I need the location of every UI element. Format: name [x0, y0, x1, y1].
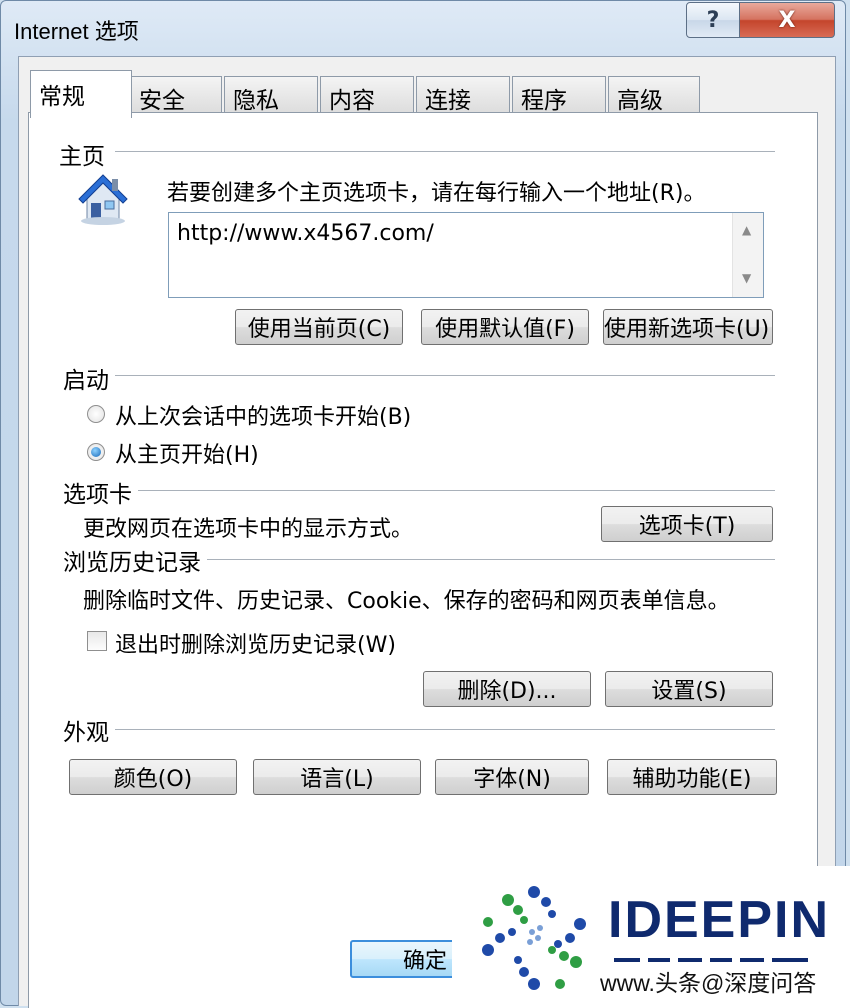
accessibility-button[interactable]: 辅助功能(E): [607, 759, 777, 795]
tab-privacy[interactable]: 隐私: [224, 76, 318, 114]
history-group-rule: [207, 559, 775, 560]
home-instruction: 若要创建多个主页选项卡，请在每行输入一个地址(R)。: [167, 181, 706, 206]
tabs-settings-button[interactable]: 选项卡(T): [601, 506, 773, 542]
use-default-button[interactable]: 使用默认值(F): [421, 309, 589, 345]
tabs-group-heading: 选项卡: [63, 475, 138, 509]
history-settings-button[interactable]: 设置(S): [605, 671, 773, 707]
delete-history-button[interactable]: 删除(D)...: [423, 671, 591, 707]
history-description: 删除临时文件、历史记录、Cookie、保存的密码和网页表单信息。: [83, 589, 730, 614]
tab-advanced[interactable]: 高级: [608, 76, 700, 114]
appearance-group-heading: 外观: [63, 713, 115, 747]
appearance-group-rule: [115, 729, 775, 730]
fonts-button[interactable]: 字体(N): [435, 759, 589, 795]
languages-button[interactable]: 语言(L): [253, 759, 421, 795]
homepage-address-textarea[interactable]: http://www.x4567.com/ ▲ ▼: [168, 212, 764, 298]
tab-general[interactable]: 常规: [30, 70, 132, 118]
brand-decoration: [614, 950, 814, 962]
radio-home[interactable]: [87, 443, 105, 461]
radio-last-session-label[interactable]: 从上次会话中的选项卡开始(B): [115, 399, 411, 431]
scroll-down-icon[interactable]: ▼: [742, 271, 751, 285]
brand-logo-text: IDEEPIN: [608, 891, 831, 949]
watermark-url: www.头条@深度问答: [600, 970, 817, 996]
tabs-group-rule: [133, 490, 775, 491]
house-icon: [77, 171, 129, 227]
colors-button[interactable]: 颜色(O): [69, 759, 237, 795]
startup-group-heading: 启动: [63, 361, 115, 395]
radio-last-session[interactable]: [87, 405, 105, 423]
close-button[interactable]: X: [739, 2, 835, 38]
pinwheel-logo: [474, 880, 594, 998]
tab-connections[interactable]: 连接: [416, 76, 510, 114]
radio-home-label[interactable]: 从主页开始(H): [115, 437, 259, 469]
tab-programs[interactable]: 程序: [512, 76, 606, 114]
help-button[interactable]: ?: [686, 2, 740, 38]
home-group-rule: [115, 151, 775, 152]
scroll-up-icon[interactable]: ▲: [742, 223, 751, 237]
home-group-heading: 主页: [59, 137, 111, 171]
use-new-tab-button[interactable]: 使用新选项卡(U): [603, 309, 773, 345]
delete-on-exit-label[interactable]: 退出时删除浏览历史记录(W): [115, 627, 396, 659]
use-current-button[interactable]: 使用当前页(C): [235, 309, 403, 345]
history-group-heading: 浏览历史记录: [63, 543, 207, 577]
homepage-address-value[interactable]: http://www.x4567.com/: [177, 221, 434, 246]
tab-security[interactable]: 安全: [130, 76, 222, 114]
address-scrollbar[interactable]: ▲ ▼: [732, 213, 763, 297]
watermark-overlay: IDEEPIN www.头条@深度问答: [452, 866, 850, 1008]
tab-content[interactable]: 内容: [320, 76, 414, 114]
delete-on-exit-checkbox[interactable]: [87, 631, 107, 651]
tabs-group-description: 更改网页在选项卡中的显示方式。: [83, 517, 414, 542]
window-title: Internet 选项: [14, 19, 139, 44]
startup-group-rule: [115, 375, 775, 376]
